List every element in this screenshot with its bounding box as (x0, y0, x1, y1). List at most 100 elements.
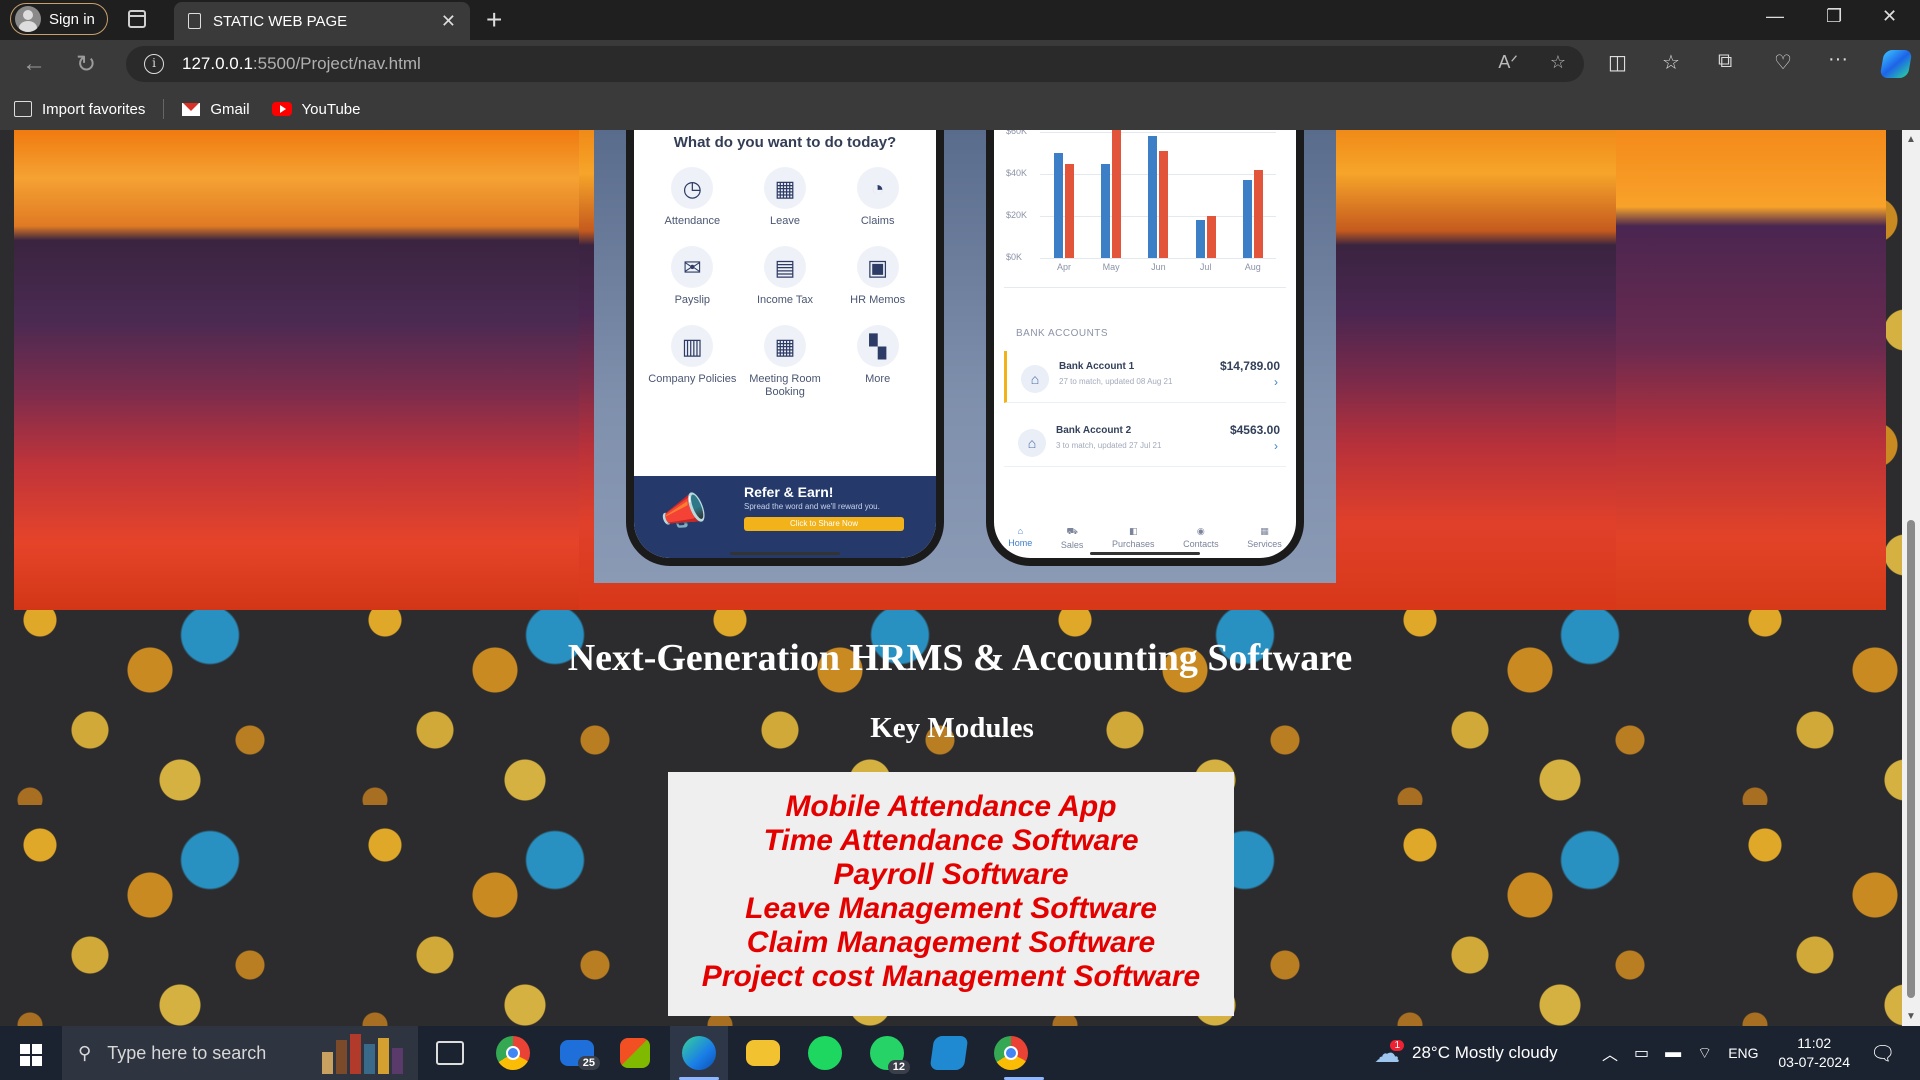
close-tab-icon[interactable]: ✕ (441, 11, 456, 32)
file-explorer-icon[interactable] (746, 1040, 780, 1066)
mail-icon[interactable]: 25 (560, 1040, 600, 1070)
hrms-phone-screen: What do you want to do today? ◷ Attendanc… (634, 130, 936, 558)
weather-widget[interactable]: ☁ 1 28°C Mostly cloudy (1374, 1026, 1558, 1080)
menu-label: Company Policies (648, 373, 737, 385)
chart-y-tick: $60K (1006, 130, 1028, 136)
module-item: Leave Management Software (745, 892, 1157, 925)
windows-start-icon[interactable] (20, 1044, 42, 1066)
phone-question: What do you want to do today? (673, 134, 897, 151)
nav-label: Services (1247, 539, 1282, 549)
edge-icon (682, 1036, 716, 1070)
task-view-icon[interactable] (436, 1041, 464, 1065)
edge-taskbar-active[interactable] (670, 1026, 728, 1080)
back-icon[interactable]: ← (22, 50, 46, 78)
chart-y-tick: $20K (1006, 210, 1028, 220)
close-window-button[interactable]: ✕ (1882, 6, 1897, 27)
menu-item-attendance: ◷ Attendance (646, 167, 739, 228)
menu-label: Income Tax (756, 294, 814, 306)
favorite-star-icon[interactable]: ☆ (1550, 52, 1566, 73)
chart-bar (1242, 180, 1252, 258)
calendar-icon: ▦ (763, 325, 806, 367)
import-icon (14, 101, 32, 117)
bank-icon: ⌂ (1018, 429, 1046, 457)
bank-name: Bank Account 1 (1059, 361, 1135, 372)
chart-gridline (1040, 174, 1276, 175)
scrollbar-thumb[interactable] (1907, 520, 1915, 998)
address-bar[interactable]: i 127.0.0.1:5500/Project/nav.html Aᐟ ☆ (126, 46, 1584, 82)
new-tab-button[interactable]: + (486, 4, 502, 36)
menu-item-income-tax: ▤ Income Tax (739, 246, 832, 307)
hero-banner: What do you want to do today? ◷ Attendanc… (14, 130, 1886, 610)
refer-banner: 📣 Refer & Earn! Spread the word and we'l… (634, 476, 936, 558)
tab-title: STATIC WEB PAGE (213, 12, 348, 30)
site-info-icon[interactable]: i (144, 54, 164, 74)
browser-tab-active[interactable]: STATIC WEB PAGE ✕ (174, 2, 470, 40)
clock[interactable]: 11:02 03-07-2024 (1778, 1034, 1850, 1072)
hrms-menu-grid: ◷ Attendance ▦ Leave ◔ Claims ✉ Payslip ▤ Inc… (634, 151, 936, 399)
menu-item-payslip: ✉ Payslip (646, 246, 739, 307)
module-item: Claim Management Software (746, 926, 1156, 959)
url-path: :5500/Project/nav.html (252, 54, 421, 73)
refer-title: Refer & Earn! (744, 484, 834, 500)
nav-label: Purchases (1111, 539, 1155, 549)
minimize-button[interactable]: — (1766, 6, 1784, 27)
more-menu-icon[interactable]: ··· (1828, 48, 1848, 71)
chart-gridline (1040, 132, 1276, 133)
chart-y-tick: $40K (1006, 168, 1028, 178)
app-screenshots-image: What do you want to do today? ◷ Attendanc… (594, 130, 1336, 583)
favorites-icon[interactable]: ☆ (1662, 50, 1680, 75)
sign-in-label: Sign in (49, 10, 95, 28)
system-tray: ︿ ▭ ▬ ⌔ ENG (1602, 1026, 1759, 1080)
module-item: Payroll Software (833, 858, 1069, 891)
page-scrollbar[interactable]: ▲ ▼ (1902, 130, 1920, 1026)
taskbar-search-box[interactable]: ⚲ Type here to search (62, 1026, 418, 1080)
network-icon[interactable]: ⌔ (1697, 1043, 1712, 1063)
menu-item-meeting-room: ▦ Meeting Room Booking (739, 325, 832, 399)
favorite-gmail[interactable]: Gmail (182, 101, 250, 118)
store-icon[interactable] (620, 1038, 650, 1068)
spotify-icon[interactable] (808, 1036, 842, 1070)
copilot-icon[interactable] (1879, 50, 1913, 78)
nav-label: Contacts (1183, 539, 1219, 549)
home-indicator (730, 552, 840, 555)
coins-icon: ◔ (856, 167, 899, 209)
browser-essentials-icon[interactable]: ♡ (1774, 50, 1792, 75)
tab-actions-icon[interactable] (128, 10, 146, 28)
avatar-icon (15, 6, 41, 32)
notifications-icon[interactable]: 🗨 (1870, 1026, 1895, 1080)
key-modules-heading: Key Modules (870, 712, 1034, 744)
chrome-icon[interactable] (496, 1036, 530, 1070)
clock-date: 03-07-2024 (1778, 1054, 1850, 1070)
sunset-background-left (14, 130, 579, 610)
chart-bar (1101, 163, 1111, 258)
battery-icon[interactable]: ▬ (1665, 1044, 1681, 1062)
scroll-up-arrow-icon[interactable]: ▲ (1906, 134, 1916, 145)
vscode-icon[interactable] (929, 1036, 969, 1070)
profile-sign-in-button[interactable]: Sign in (10, 3, 108, 35)
key-modules-box: Mobile Attendance App Time Attendance So… (668, 772, 1234, 1016)
hrms-phone-mockup: What do you want to do today? ◷ Attendanc… (626, 130, 944, 566)
split-screen-icon[interactable]: ◫ (1608, 50, 1627, 75)
chevron-up-icon[interactable]: ︿ (1602, 1041, 1618, 1065)
restore-button[interactable]: ❐ (1826, 6, 1842, 27)
device-icon[interactable]: ▭ (1634, 1043, 1649, 1063)
collections-icon[interactable]: ⧉ (1718, 50, 1732, 73)
menu-label: Payslip (674, 294, 711, 306)
home-icon: ⌂ (1017, 526, 1023, 536)
language-label[interactable]: ENG (1728, 1045, 1758, 1061)
bank-amount: $14,789.00 (1219, 359, 1280, 373)
whatsapp-icon[interactable]: 12 (870, 1036, 910, 1074)
clipboard-icon: ▣ (856, 246, 899, 288)
weather-text: 28°C Mostly cloudy (1412, 1043, 1558, 1062)
gmail-icon (182, 102, 201, 116)
scroll-down-arrow-icon[interactable]: ▼ (1906, 1011, 1916, 1022)
chrome-profile-icon[interactable] (994, 1036, 1028, 1070)
chart-bar (1065, 163, 1074, 258)
menu-item-hr-memos: ▣ HR Memos (831, 246, 924, 307)
read-aloud-icon[interactable]: Aᐟ (1498, 52, 1518, 73)
refresh-icon[interactable]: ↻ (76, 50, 96, 79)
favorite-youtube[interactable]: YouTube (271, 101, 361, 118)
favorite-import[interactable]: Import favorites (14, 101, 145, 118)
home-indicator (1090, 552, 1200, 555)
grid-icon: ▦ (1260, 526, 1269, 536)
